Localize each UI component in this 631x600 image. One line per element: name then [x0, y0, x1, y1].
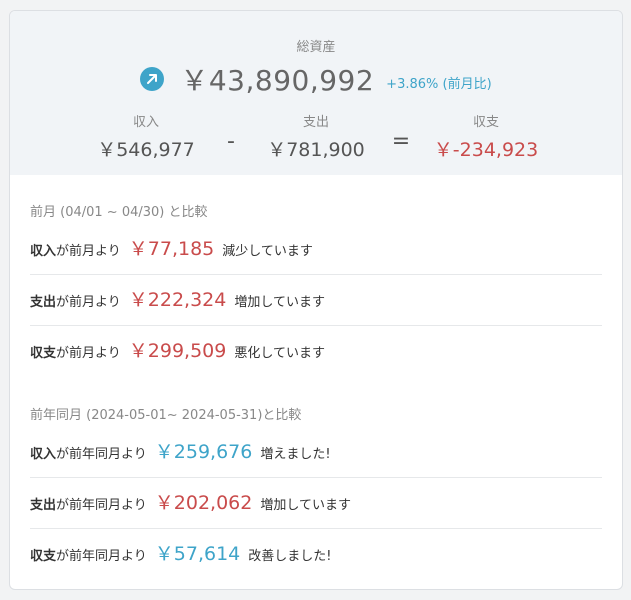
summary-panel: 総資産 ￥43,890,992 +3.86% (前月比) 収入 ￥546,977…	[10, 11, 622, 175]
total-assets-change: +3.86% (前月比)	[386, 76, 492, 92]
comparison-row: 収入 が前年同月より ￥259,676 増えました!	[30, 427, 602, 478]
row-lead: 支出	[30, 295, 57, 310]
comparison-row: 支出 が前月より ￥222,324 増加しています	[30, 275, 602, 326]
comparison-row: 収入 が前月より ￥77,185 減少しています	[30, 224, 602, 275]
row-mid: が前月より	[56, 295, 121, 310]
comparison-row: 支出 が前年同月より ￥202,062 増加しています	[30, 478, 602, 529]
row-lead: 収入	[30, 244, 57, 259]
row-amount: ￥202,062	[154, 492, 253, 514]
row-lead: 支出	[30, 498, 57, 513]
row-tail: 改善しました!	[248, 549, 332, 564]
row-amount: ￥77,185	[128, 238, 215, 260]
row-tail: 悪化しています	[234, 346, 325, 361]
row-tail: 増加しています	[234, 295, 325, 310]
asset-summary-card: 総資産 ￥43,890,992 +3.86% (前月比) 収入 ￥546,977…	[9, 10, 623, 590]
total-assets-value: ￥43,890,992	[180, 64, 375, 97]
total-assets-label: 総資産	[296, 40, 336, 55]
previous-month-heading: 前月 (04/01 ~ 04/30) と比較	[30, 205, 208, 220]
income-value: ￥546,977	[97, 139, 195, 161]
row-mid: が前月より	[56, 244, 121, 259]
income-column: 収入 ￥546,977	[86, 111, 206, 162]
comparison-row: 収支 が前月より ￥299,509 悪化しています	[30, 326, 602, 376]
income-label: 収入	[132, 115, 159, 130]
row-mid: が前年同月より	[56, 498, 147, 513]
expense-label: 支出	[302, 115, 329, 130]
row-tail: 減少しています	[222, 244, 313, 259]
cashflow-row: 収入 ￥546,977 - 支出 ￥781,900 = 収支 ￥-234,923	[10, 111, 622, 162]
row-mid: が前年同月より	[56, 447, 147, 462]
row-tail: 増加しています	[260, 498, 351, 513]
comparison-row: 収支 が前年同月より ￥57,614 改善しました!	[30, 529, 602, 579]
row-lead: 収支	[30, 346, 57, 361]
row-amount: ￥222,324	[128, 289, 227, 311]
equals-operator: =	[391, 129, 411, 154]
balance-column: 収支 ￥-234,923	[426, 111, 546, 162]
previous-year-heading: 前年同月 (2024-05-01~ 2024-05-31)と比較	[30, 408, 302, 423]
balance-value: ￥-234,923	[433, 139, 539, 161]
row-lead: 収支	[30, 549, 57, 564]
row-mid: が前月より	[56, 346, 121, 361]
row-amount: ￥259,676	[154, 441, 253, 463]
previous-year-comparison: 前年同月 (2024-05-01~ 2024-05-31)と比較 収入 が前年同…	[10, 404, 622, 579]
row-amount: ￥299,509	[128, 340, 227, 362]
minus-operator: -	[227, 129, 235, 154]
expense-value: ￥781,900	[267, 139, 365, 161]
row-lead: 収入	[30, 447, 57, 462]
total-assets-row: ￥43,890,992 +3.86% (前月比)	[10, 59, 622, 99]
arrow-up-right-icon	[140, 67, 165, 91]
row-mid: が前年同月より	[56, 549, 147, 564]
row-tail: 増えました!	[260, 447, 331, 462]
balance-label: 収支	[472, 115, 499, 130]
row-amount: ￥57,614	[154, 543, 241, 565]
expense-column: 支出 ￥781,900	[256, 111, 376, 162]
previous-month-comparison: 前月 (04/01 ~ 04/30) と比較 収入 が前月より ￥77,185 …	[10, 201, 622, 376]
